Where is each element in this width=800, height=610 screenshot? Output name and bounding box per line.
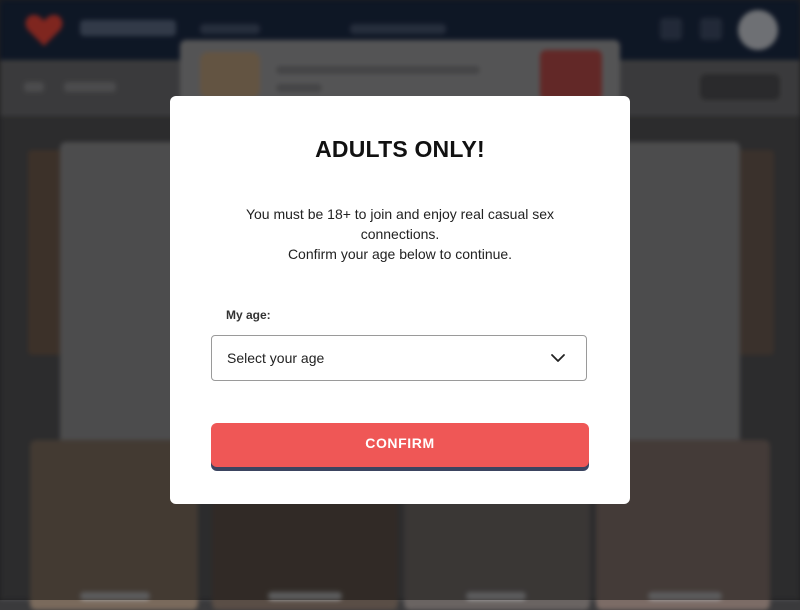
chevron-down-icon	[551, 354, 565, 362]
confirm-button[interactable]: CONFIRM	[211, 423, 589, 467]
modal-title: ADULTS ONLY!	[315, 136, 485, 162]
modal-description-line: You must be 18+ to join and enjoy real c…	[245, 206, 555, 222]
modal-description-line: Confirm your age below to continue.	[287, 246, 513, 262]
modal-description-line: connections.	[360, 226, 440, 242]
age-select[interactable]: Select your age	[211, 335, 587, 381]
age-field-label: My age:	[226, 308, 271, 322]
age-select-value: Select your age	[227, 350, 325, 366]
